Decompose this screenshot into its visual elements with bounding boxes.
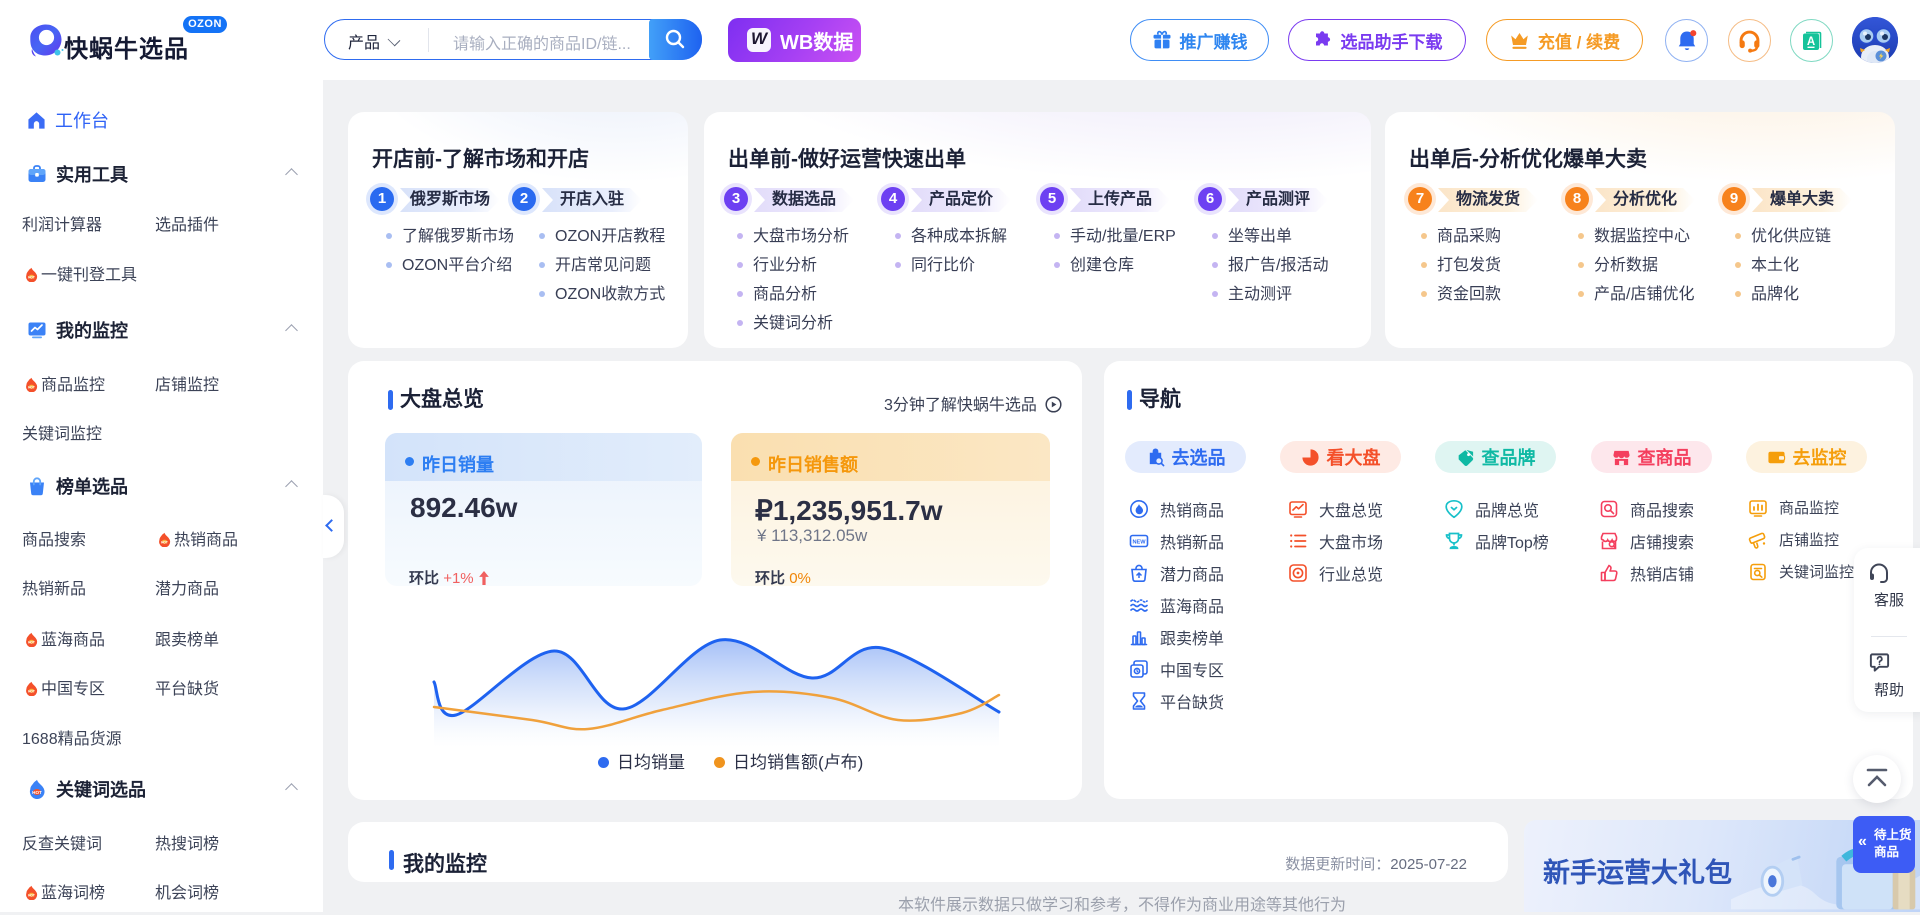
svg-text:HOT: HOT — [28, 640, 35, 644]
svg-text:HOT: HOT — [32, 790, 42, 795]
svg-text:HOT: HOT — [28, 385, 35, 389]
svg-text:NEW: NEW — [1132, 540, 1146, 546]
svg-text:A: A — [1806, 36, 1814, 48]
svg-text:HOT: HOT — [28, 893, 35, 897]
svg-text:HOT: HOT — [28, 689, 35, 693]
svg-text:HOT: HOT — [161, 540, 168, 544]
svg-text:HOT: HOT — [28, 275, 35, 279]
